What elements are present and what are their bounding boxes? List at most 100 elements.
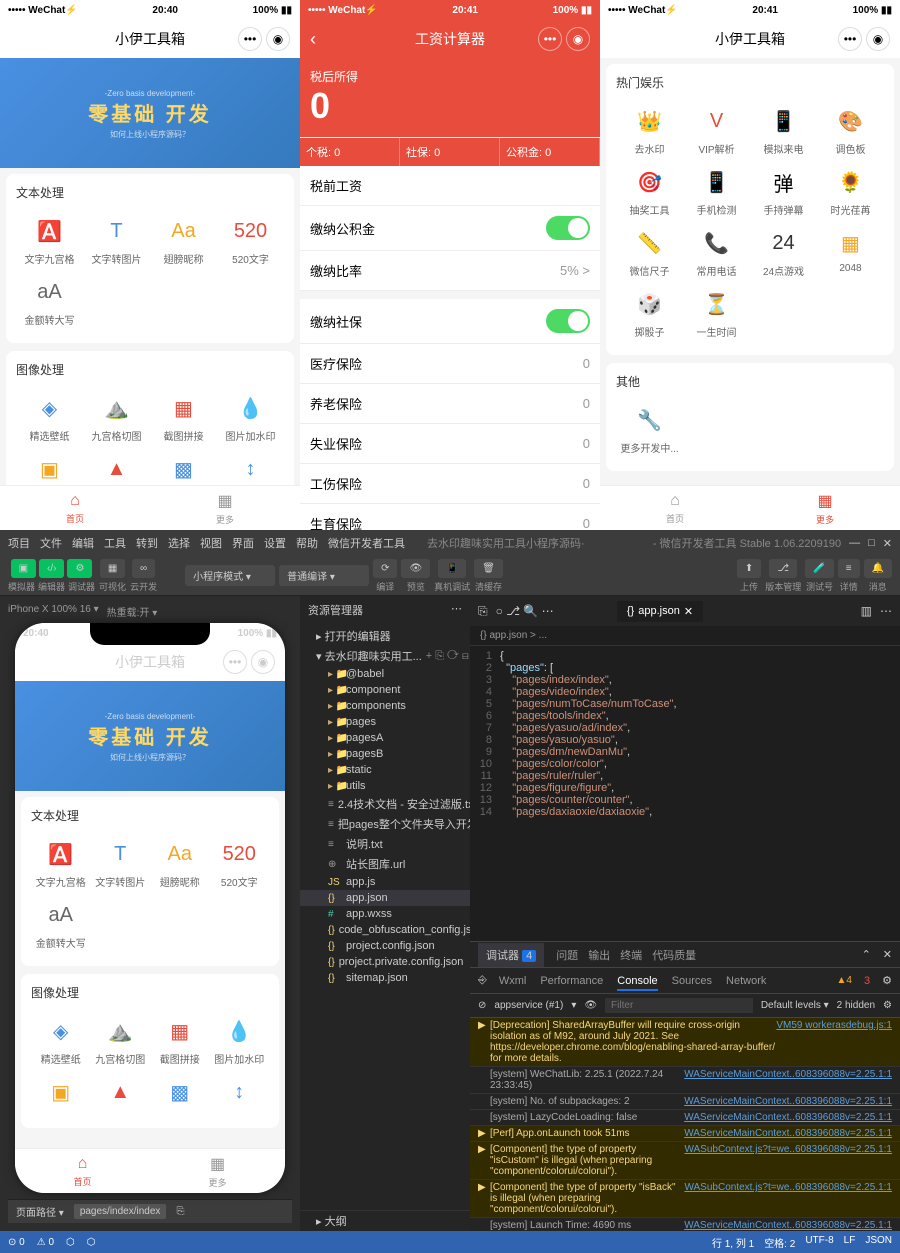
explorer-more-icon[interactable]: ⋯ [451,602,462,618]
devtools-tab[interactable]: Wxml [499,975,527,987]
target-icon[interactable]: ◉ [566,27,590,51]
tool-item[interactable]: VVIP解析 [683,101,750,162]
menu-item[interactable]: 视图 [200,538,222,550]
target-icon[interactable]: ◉ [266,27,290,51]
code-line[interactable]: 13 "pages/counter/counter", [470,794,900,806]
menu-item[interactable]: 设置 [264,538,286,550]
source-link[interactable]: VM59 workerasdebug.js:1 [776,1020,892,1064]
code-line[interactable]: 12 "pages/figure/figure", [470,782,900,794]
code-line[interactable]: 7 "pages/yasuo/ad/index", [470,722,900,734]
source-link[interactable]: WAServiceMainContext..608396088v=2.25.1:… [684,1128,892,1139]
tool-item[interactable]: ⛰️九宫格切图 [83,388,150,449]
file-item[interactable]: ≡2.4技术文档 - 安全过滤版.txt [300,794,470,814]
menu-item[interactable]: 界面 [232,538,254,550]
visual-button[interactable]: ▦ [100,559,125,578]
folder-item[interactable]: ▸ 📁pagesA [300,730,470,746]
menu-dots-icon[interactable]: ••• [223,650,247,674]
tool-item[interactable]: 💧图片加水印 [210,1011,270,1072]
menu-item[interactable]: 文件 [40,538,62,550]
editor-more-icon[interactable]: ⋯ [880,604,892,618]
upload-button[interactable]: ⬆ [737,559,761,578]
form-row[interactable]: 税前工资 [300,166,600,206]
tool-item[interactable]: ▩ [150,1072,210,1118]
file-item[interactable]: JSapp.js [300,874,470,890]
file-item[interactable]: {}app.json [300,890,470,906]
tool-item[interactable]: ◈精选壁纸 [16,388,83,449]
devtools-tab[interactable]: Performance [540,975,603,987]
menu-item[interactable]: 微信开发者工具 [328,538,405,550]
collapse-icon[interactable]: ⌃ [862,948,871,961]
hot-reload-toggle[interactable]: 热重载:开 ▾ [107,604,158,619]
levels-select[interactable]: Default levels ▾ [761,1000,829,1011]
source-link[interactable]: WASubContext.js?t=we..608396088v=2.25.1:… [684,1182,892,1215]
code-line[interactable]: 5 "pages/numToCase/numToCase", [470,698,900,710]
code-line[interactable]: 3 "pages/index/index", [470,674,900,686]
tabbar-item[interactable]: ▦更多 [150,1149,285,1193]
tool-item[interactable]: 📏微信尺子 [616,223,683,284]
compile-select[interactable]: 普通编译 ▾ [279,565,369,586]
folder-item[interactable]: ▸ 📁pages [300,714,470,730]
context-select[interactable]: appservice (#1) [494,1000,563,1011]
tool-item[interactable]: 520520文字 [217,211,284,272]
tool-item[interactable]: 弹手持弹幕 [750,162,817,223]
maximize-icon[interactable]: □ [868,537,875,549]
form-row[interactable]: 缴纳社保 [300,299,600,344]
form-row[interactable]: 医疗保险0 [300,344,600,384]
error-badge[interactable]: 3 [864,975,870,987]
code-line[interactable]: 14 "pages/daxiaoxie/daxiaoxie", [470,806,900,818]
folder-item[interactable]: ▸ 📁component [300,682,470,698]
code-line[interactable]: 8 "pages/yasuo/yasuo", [470,734,900,746]
menu-item[interactable]: 选择 [168,538,190,550]
tool-item[interactable]: 🔧更多开发中... [616,400,683,461]
tool-item[interactable]: T文字转图片 [91,834,151,895]
code-line[interactable]: 2 "pages": [ [470,662,900,674]
code-line[interactable]: 4 "pages/video/index", [470,686,900,698]
tabbar-item[interactable]: ⌂首页 [0,486,150,530]
form-row[interactable]: 失业保险0 [300,424,600,464]
form-row[interactable]: 工伤保险0 [300,464,600,504]
folder-item[interactable]: ▸ 📁pagesB [300,746,470,762]
message-button[interactable]: 🔔 [864,559,892,578]
file-item[interactable]: {}project.config.json [300,938,470,954]
code-line[interactable]: 6 "pages/tools/index", [470,710,900,722]
tool-item[interactable]: 👑去水印 [616,101,683,162]
tabbar-item[interactable]: ⌂首页 [600,486,750,530]
tool-item[interactable]: aA金额转大写 [31,895,91,956]
project-root[interactable]: ▾ 去水印趣味实用工...+ ⎘ ⟳ ⊟ [300,646,470,666]
test-button[interactable]: 🧪 [805,559,833,578]
inspector-icon[interactable]: ⎆ [478,974,487,987]
menu-dots-icon[interactable]: ••• [538,27,562,51]
code-line[interactable]: 9 "pages/dm/newDanMu", [470,746,900,758]
form-row[interactable]: 缴纳比率5% > [300,251,600,291]
tool-item[interactable]: 🅰️文字九宫格 [16,211,83,272]
minimize-icon[interactable]: — [849,537,860,549]
tool-item[interactable]: ↕ [217,449,284,485]
back-icon[interactable]: ‹ [310,29,316,50]
tabbar-item[interactable]: ⌂首页 [15,1149,150,1193]
banner[interactable]: -Zero basis development- 零基础 开发 如何上线小程序源… [0,58,300,168]
clear-console-icon[interactable]: ⊘ [478,1000,486,1011]
tool-item[interactable]: 📱模拟来电 [750,101,817,162]
tool-item[interactable]: T文字转图片 [83,211,150,272]
menu-item[interactable]: 编辑 [72,538,94,550]
tool-item[interactable]: 520520文字 [210,834,270,895]
outline-section[interactable]: ▸ 大纲 [300,1210,470,1231]
target-icon[interactable]: ◉ [251,650,275,674]
devtools-subtab[interactable]: 终端 [620,950,642,962]
devtools-tab[interactable]: Console [617,975,657,991]
open-editors-section[interactable]: ▸ 打开的编辑器 [300,626,470,646]
menu-item[interactable]: 项目 [8,538,30,550]
form-row[interactable]: 养老保险0 [300,384,600,424]
source-link[interactable]: WAServiceMainContext..608396088v=2.25.1:… [684,1220,892,1231]
banner[interactable]: -Zero basis development-零基础 开发如何上线小程序源码？ [15,681,285,791]
tool-item[interactable]: aA金额转大写 [16,272,83,333]
tool-item[interactable]: Aa翅膀昵称 [150,211,217,272]
file-item[interactable]: {}sitemap.json [300,970,470,986]
tool-item[interactable]: ◈精选壁纸 [31,1011,91,1072]
tabbar-item[interactable]: ▦更多 [750,486,900,530]
mode-select[interactable]: 小程序模式 ▾ [185,565,275,586]
tabbar-item[interactable]: ▦更多 [150,486,300,530]
compile-button[interactable]: ⟳ [373,559,397,578]
file-item[interactable]: {}project.private.config.json [300,954,470,970]
preview-button[interactable]: 👁 [401,559,430,578]
